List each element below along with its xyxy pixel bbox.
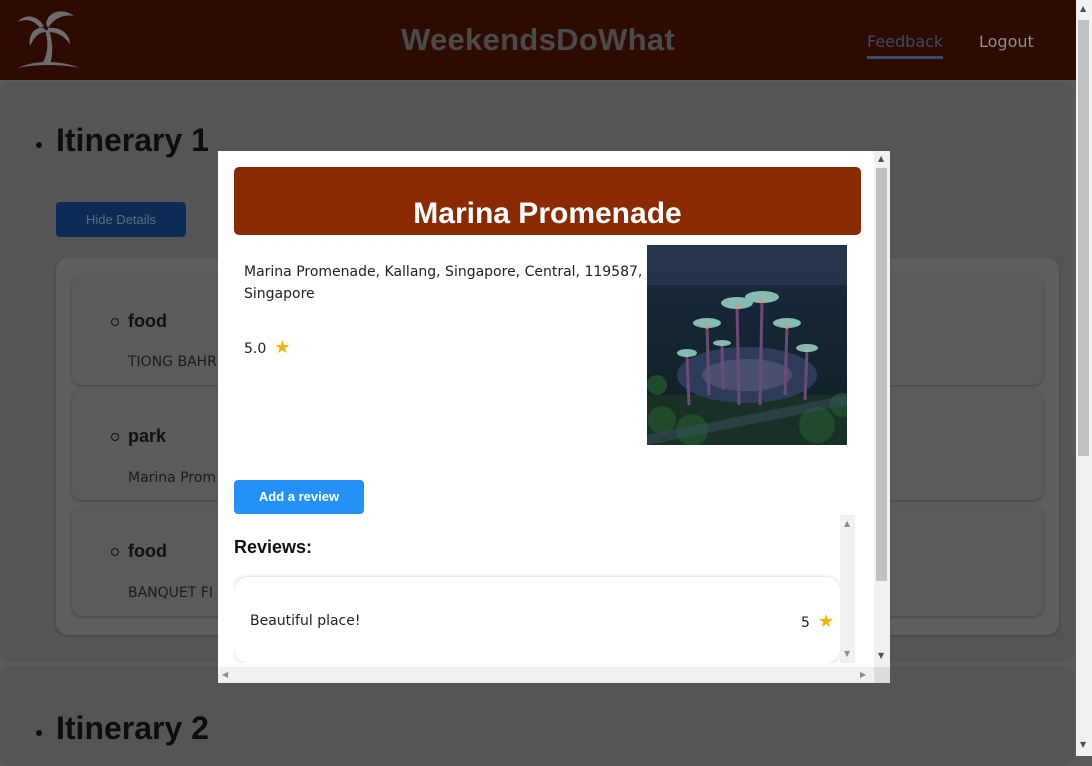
place-address: Marina Promenade, Kallang, Singapore, Ce… [244,264,643,302]
scrollbar-corner [874,667,890,683]
itinerary-title: Itinerary 2 [36,710,209,747]
review-score-value: 5 [800,615,810,631]
review-text: Beautiful place! [250,613,361,629]
reviews-section: Reviews: Beautiful place! 5 ★ [234,515,842,663]
scrollbar-thumb[interactable] [876,168,887,581]
stop-name: BANQUET FI [128,585,213,601]
reviews-scrollbar[interactable]: ▲ ▼ [840,515,855,663]
scroll-up-arrow-icon[interactable]: ▲ [878,154,884,163]
modal-vertical-scrollbar[interactable]: ▲ ▼ [874,151,890,667]
add-review-button[interactable]: Add a review [234,480,364,514]
place-details-modal: Marina Promenade Marina Promenade, Kalla… [218,151,890,683]
scroll-down-arrow-icon[interactable]: ▼ [878,651,884,660]
scrollbar-thumb[interactable] [1078,20,1089,456]
top-navbar: WeekendsDoWhat Feedback Logout [0,0,1076,80]
stop-type: park [110,426,167,446]
review-score: 5 ★ [801,611,834,632]
review-card: Beautiful place! 5 ★ [234,577,840,663]
place-rating: 5.0 ★ [244,337,290,358]
page-scrollbar[interactable]: ▲ ▼ [1076,0,1092,756]
stop-type: food [111,541,167,561]
stop-name: Marina Prom [128,470,217,486]
star-icon: ★ [817,611,834,632]
scroll-down-arrow-icon[interactable]: ▼ [1080,740,1086,749]
modal-horizontal-scrollbar[interactable]: ◀ ▶ [218,667,874,683]
place-photo [647,245,847,445]
scroll-up-arrow-icon[interactable]: ▲ [844,519,850,528]
nav-feedback-link[interactable]: Feedback [867,32,944,59]
rating-value: 5.0 [244,341,267,357]
scroll-right-arrow-icon[interactable]: ▶ [860,670,866,679]
reviews-heading: Reviews: [234,537,313,557]
modal-header: Marina Promenade [234,167,861,235]
nav-logout-link[interactable]: Logout [979,32,1034,51]
itinerary-title: Itinerary 1 [36,122,209,159]
stop-name: TIONG BAHR [128,354,217,370]
hide-details-button[interactable]: Hide Details [56,202,186,237]
scroll-down-arrow-icon[interactable]: ▼ [844,649,850,658]
scroll-up-arrow-icon[interactable]: ▲ [1080,4,1086,13]
star-icon: ★ [274,337,291,358]
place-title: Marina Promenade [413,197,682,230]
scroll-left-arrow-icon[interactable]: ◀ [222,670,228,679]
stop-type: food [111,311,167,331]
